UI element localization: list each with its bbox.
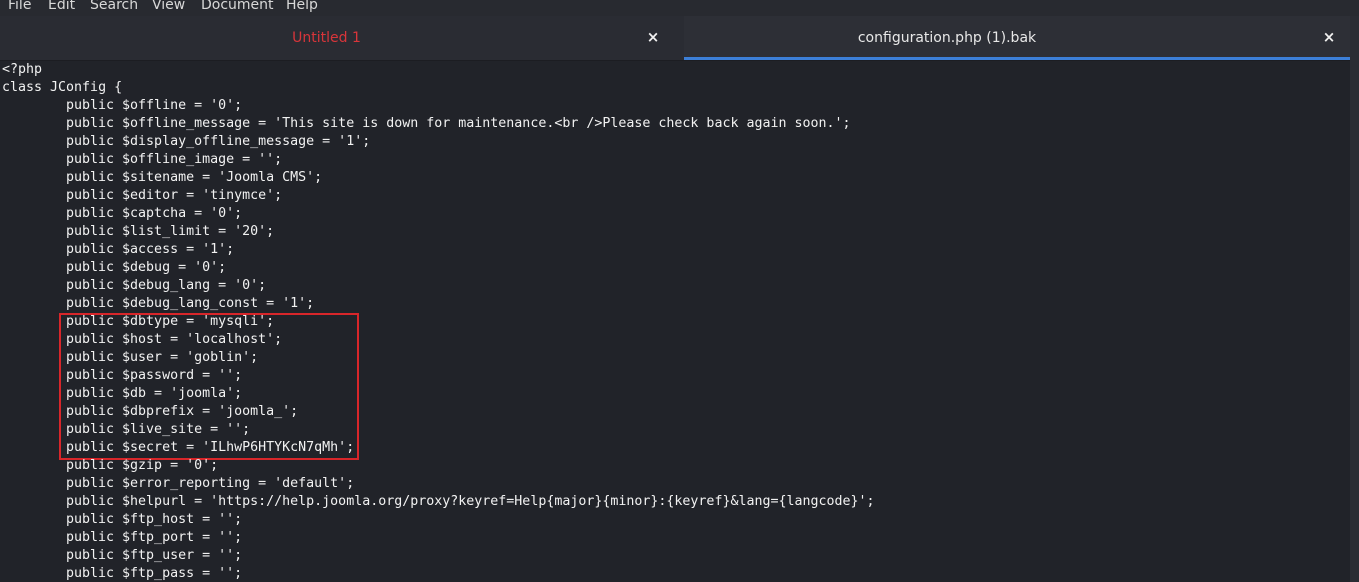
- close-icon[interactable]: ×: [644, 28, 662, 46]
- tab-label: Untitled 1: [292, 30, 361, 46]
- tab-untitled-1[interactable]: Untitled 1 ×: [0, 16, 683, 60]
- menu-document[interactable]: Document: [201, 0, 274, 14]
- tab-configuration-bak[interactable]: configuration.php (1).bak ×: [684, 16, 1350, 60]
- code-line: public $dbtype = 'mysqli';: [66, 314, 275, 329]
- code-line: public $host = 'localhost';: [66, 332, 283, 347]
- menu-file[interactable]: File: [8, 0, 31, 14]
- menu-bar: File Edit Search View Document Help: [0, 0, 1359, 16]
- code-line: public $ftp_user = '';: [66, 548, 243, 563]
- code-editor[interactable]: <?php class JConfig { public $offline = '0…: [0, 61, 1350, 582]
- code-line: public $debug = '0';: [66, 260, 227, 275]
- code-line: public $db = 'joomla';: [66, 386, 243, 401]
- menu-edit[interactable]: Edit: [48, 0, 75, 14]
- tab-bar: Untitled 1 × configuration.php (1).bak ×: [0, 16, 1359, 61]
- code-line: public $access = '1';: [66, 242, 235, 257]
- code-line: public $user = 'goblin';: [66, 350, 259, 365]
- code-line: public $offline_message = 'This site is …: [66, 116, 851, 131]
- code-line: public $ftp_host = '';: [66, 512, 243, 527]
- vertical-scrollbar[interactable]: [1350, 16, 1359, 582]
- code-line: public $list_limit = '20';: [66, 224, 275, 239]
- code-line: public $ftp_port = '';: [66, 530, 243, 545]
- tab-label: configuration.php (1).bak: [857, 30, 1037, 46]
- code-line: public $ftp_pass = '';: [66, 566, 243, 581]
- code-line: public $captcha = '0';: [66, 206, 243, 221]
- code-line: public $helpurl = 'https://help.joomla.o…: [66, 494, 875, 509]
- code-line: public $offline_image = '';: [66, 152, 283, 167]
- code-line: public $debug_lang = '0';: [66, 278, 267, 293]
- menu-search[interactable]: Search: [90, 0, 138, 14]
- code-line: public $debug_lang_const = '1';: [66, 296, 315, 311]
- code-line: <?php: [2, 62, 43, 77]
- code-line: public $gzip = '0';: [66, 458, 219, 473]
- code-line: public $sitename = 'Joomla CMS';: [66, 170, 323, 185]
- code-line: public $live_site = '';: [66, 422, 251, 437]
- menu-view[interactable]: View: [152, 0, 185, 14]
- code-line: public $error_reporting = 'default';: [66, 476, 355, 491]
- code-line: public $password = '';: [66, 368, 243, 383]
- code-line: public $dbprefix = 'joomla_';: [66, 404, 299, 419]
- code-line: class JConfig {: [2, 80, 123, 95]
- code-line: public $secret = 'ILhwP6HTYKcN7qMh';: [66, 440, 355, 455]
- menu-help[interactable]: Help: [286, 0, 318, 14]
- code-line: public $display_offline_message = '1';: [66, 134, 371, 149]
- code-line: public $offline = '0';: [66, 98, 243, 113]
- close-icon[interactable]: ×: [1320, 28, 1338, 46]
- code-line: public $editor = 'tinymce';: [66, 188, 283, 203]
